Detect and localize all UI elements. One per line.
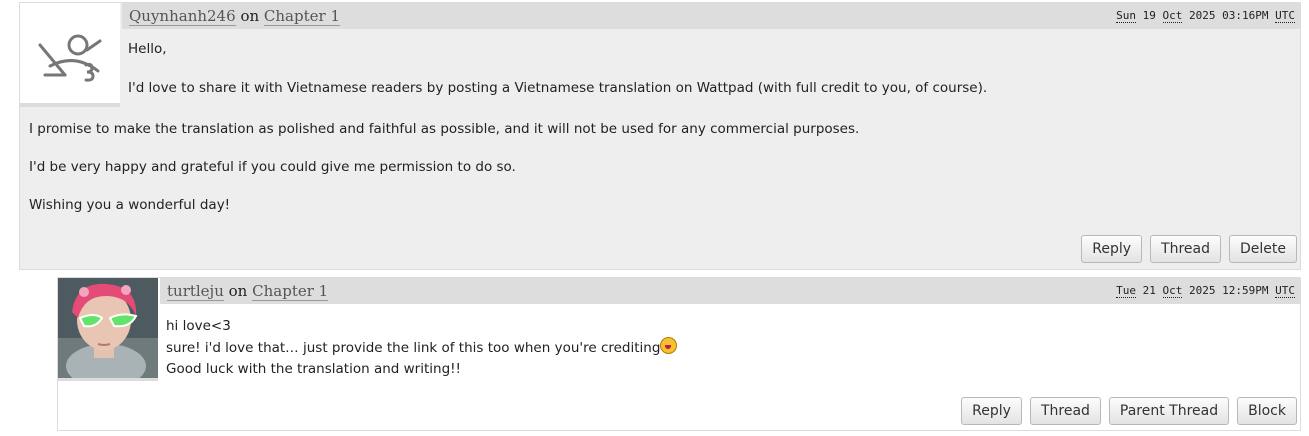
comment-paragraph: I'd be very happy and grateful if you co… [29,159,516,175]
comment-body: hi love<3 sure! i'd love that… just prov… [166,316,678,380]
reply-button[interactable]: Reply [1081,235,1143,263]
comment-actions: Reply Thread Delete [1081,235,1297,263]
reply-button[interactable]: Reply [961,397,1022,425]
comment-byline: Quynhanh246 on Chapter 1 Sun 19 Oct 2025… [122,3,1300,29]
comment-paragraph: I'd love to share it with Vietnamese rea… [128,80,988,96]
comment-line: sure! i'd love that… just provide the li… [166,340,661,356]
delete-button[interactable]: Delete [1229,235,1297,263]
chapter-link[interactable]: Chapter 1 [263,7,340,26]
comment-paragraph: Hello, [128,41,167,57]
comment-byline: turtleju on Chapter 1 Tue 21 Oct 2025 12… [160,278,1300,304]
comment-line: Good luck with the translation and writi… [166,361,461,377]
timestamp: Sun 19 Oct 2025 03:16PM UTC [1116,9,1295,23]
comment-1: Quynhanh246 on Chapter 1 Sun 19 Oct 2025… [19,2,1301,270]
block-button[interactable]: Block [1237,397,1297,425]
thread-button[interactable]: Thread [1029,397,1101,425]
comment-actions: Reply Thread Parent Thread Block [961,397,1297,425]
on-label: on [228,282,248,300]
parent-thread-button[interactable]: Parent Thread [1108,397,1230,425]
user-photo-avatar[interactable] [58,278,158,381]
timestamp: Tue 21 Oct 2025 12:59PM UTC [1116,284,1295,298]
comment-line: hi love<3 [166,318,231,334]
author-link[interactable]: turtleju [167,282,224,301]
chapter-link[interactable]: Chapter 1 [252,282,329,301]
on-label: on [240,7,260,25]
default-user-icon[interactable] [20,3,120,107]
thread-button[interactable]: Thread [1150,235,1221,263]
author-link[interactable]: Quynhanh246 [129,7,236,26]
comment-body-bottom: I promise to make the translation as pol… [29,120,859,234]
comment-2: turtleju on Chapter 1 Tue 21 Oct 2025 12… [57,277,1301,431]
zany-face-emoji-icon [660,337,678,354]
comment-paragraph: I promise to make the translation as pol… [29,121,860,137]
comment-paragraph: Wishing you a wonderful day! [29,197,231,213]
